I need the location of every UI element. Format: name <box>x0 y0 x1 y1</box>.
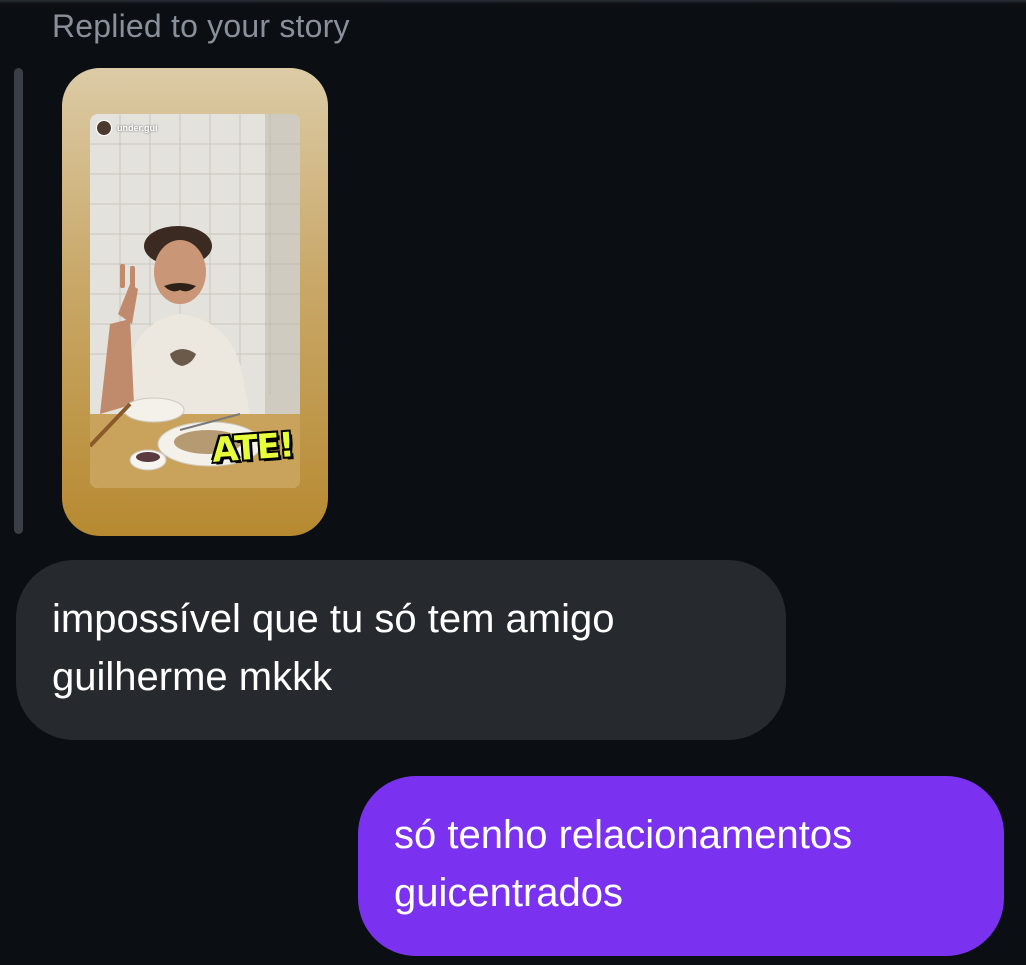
top-divider <box>0 0 1026 4</box>
story-thumbnail[interactable]: under.gui ATE! <box>90 114 300 488</box>
story-preview-card[interactable]: under.gui ATE! <box>62 68 328 536</box>
story-avatar <box>96 120 112 136</box>
story-username: under.gui <box>117 123 158 133</box>
story-user-header: under.gui <box>96 120 158 136</box>
reply-indicator-bar <box>14 68 23 534</box>
story-text-sticker: ATE! <box>210 425 295 471</box>
message-bubble-sent[interactable]: só tenho relacionamentos guicentrados <box>358 776 1004 956</box>
message-bubble-received[interactable]: impossível que tu só tem amigo guilherme… <box>16 560 786 740</box>
replied-to-story-label: Replied to your story <box>52 8 350 44</box>
